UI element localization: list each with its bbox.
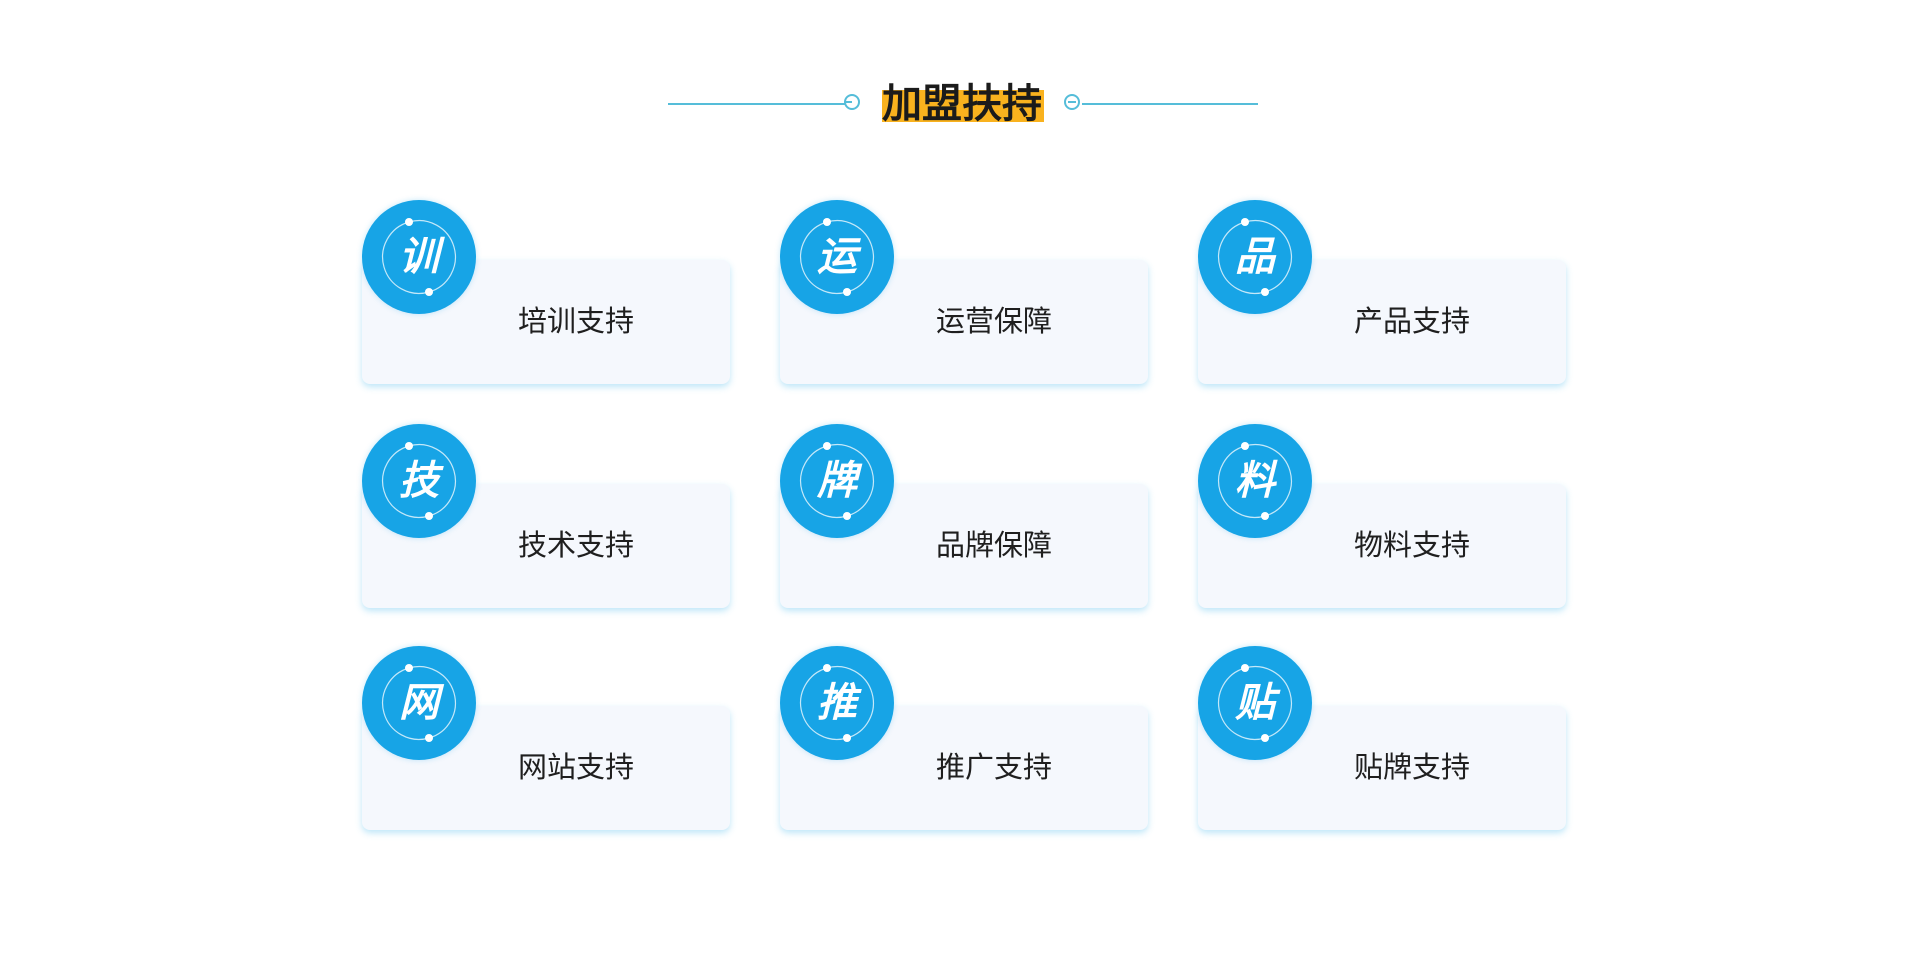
website-badge-icon: 网: [362, 646, 476, 760]
support-section: 加盟扶持 训 培训支持 运 运营保障 品 产品支持 技 技术支持 牌 品牌保障 …: [0, 0, 1920, 956]
card-label: 推广支持: [935, 750, 1052, 784]
badge-character: 网: [399, 679, 439, 726]
badge-character: 料: [1235, 457, 1275, 504]
badge-character: 贴: [1235, 679, 1275, 726]
card-label: 贴牌支持: [1353, 750, 1470, 784]
support-card-materials[interactable]: 料 物料支持: [1198, 424, 1566, 614]
product-badge-icon: 品: [1198, 200, 1312, 314]
support-card-brand[interactable]: 牌 品牌保障: [780, 424, 1148, 614]
promotion-badge-icon: 推: [780, 646, 894, 760]
card-label: 运营保障: [935, 304, 1052, 338]
technical-badge-icon: 技: [362, 424, 476, 538]
support-card-operations[interactable]: 运 运营保障: [780, 200, 1148, 390]
materials-badge-icon: 料: [1198, 424, 1312, 538]
card-label: 网站支持: [517, 750, 634, 784]
card-label: 培训支持: [517, 304, 634, 338]
badge-character: 技: [399, 457, 439, 504]
badge-character: 训: [399, 233, 439, 280]
support-card-training[interactable]: 训 培训支持: [362, 200, 730, 390]
badge-character: 运: [817, 233, 857, 280]
section-title: 加盟扶持: [882, 81, 1042, 127]
card-label: 物料支持: [1353, 528, 1470, 562]
support-card-product[interactable]: 品 产品支持: [1198, 200, 1566, 390]
badge-character: 牌: [817, 457, 857, 504]
training-badge-icon: 训: [362, 200, 476, 314]
header-divider-line-right: [1082, 103, 1258, 105]
card-label: 品牌保障: [935, 528, 1052, 562]
section-header: 加盟扶持: [0, 76, 1920, 136]
card-label: 技术支持: [517, 528, 634, 562]
support-card-technical[interactable]: 技 技术支持: [362, 424, 730, 614]
header-ring-ornament-left: [844, 94, 860, 110]
support-card-promotion[interactable]: 推 推广支持: [780, 646, 1148, 836]
header-divider-line-left: [668, 103, 846, 105]
oem-badge-icon: 贴: [1198, 646, 1312, 760]
operations-badge-icon: 运: [780, 200, 894, 314]
support-card-website[interactable]: 网 网站支持: [362, 646, 730, 836]
brand-badge-icon: 牌: [780, 424, 894, 538]
header-ring-ornament-right: [1064, 94, 1080, 110]
card-label: 产品支持: [1353, 304, 1470, 338]
support-card-oem[interactable]: 贴 贴牌支持: [1198, 646, 1566, 836]
badge-character: 品: [1235, 233, 1275, 280]
badge-character: 推: [817, 679, 857, 726]
